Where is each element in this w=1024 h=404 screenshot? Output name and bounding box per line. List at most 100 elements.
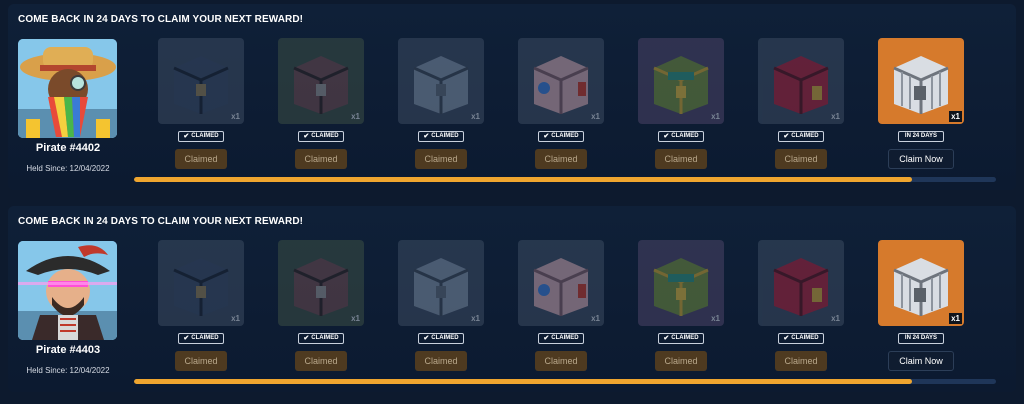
reward-item: x1 IN 24 DAYS Claim Now (878, 38, 964, 169)
chest-tile: x1 (158, 38, 244, 124)
status-badge: ✔ CLAIMED (178, 333, 224, 344)
check-icon: ✔ (783, 335, 790, 342)
claimed-button[interactable]: Claimed (655, 351, 707, 371)
quantity-label: x1 (351, 314, 360, 323)
check-icon: ✔ (543, 335, 550, 342)
pirate-name: Pirate #4403 (35, 344, 101, 356)
quantity-label: x1 (231, 314, 240, 323)
chest-tile: x1 (278, 38, 364, 124)
chest-icon (893, 56, 949, 114)
quantity-label: x1 (949, 313, 962, 324)
claimed-button[interactable]: Claimed (535, 149, 587, 169)
chest-tile: x1 (878, 240, 964, 326)
chest-tile: x1 (398, 38, 484, 124)
chest-icon (413, 258, 469, 316)
check-icon: ✔ (303, 133, 310, 140)
check-icon: ✔ (183, 335, 190, 342)
reward-item: x1 ✔ CLAIMED Claimed (638, 38, 724, 169)
panel-title: COME BACK IN 24 DAYS TO CLAIM YOUR NEXT … (18, 14, 304, 25)
chest-icon (533, 56, 589, 114)
reward-item: x1 ✔ CLAIMED Claimed (638, 240, 724, 371)
claim-now-button[interactable]: Claim Now (888, 351, 954, 371)
panel-title: COME BACK IN 24 DAYS TO CLAIM YOUR NEXT … (18, 216, 304, 227)
status-badge: ✔ CLAIMED (298, 333, 344, 344)
quantity-label: x1 (591, 112, 600, 121)
quantity-label: x1 (711, 314, 720, 323)
chest-tile: x1 (638, 240, 724, 326)
progress-fill (134, 379, 912, 384)
progress-bar (134, 177, 996, 182)
check-icon: ✔ (183, 133, 190, 140)
check-icon: ✔ (423, 133, 430, 140)
progress-bar (134, 379, 996, 384)
chest-icon (533, 258, 589, 316)
reward-item: x1 ✔ CLAIMED Claimed (758, 38, 844, 169)
chest-icon (653, 258, 709, 316)
status-badge: ✔ CLAIMED (658, 131, 704, 142)
quantity-label: x1 (351, 112, 360, 121)
chest-tile: x1 (518, 240, 604, 326)
reward-item: x1 ✔ CLAIMED Claimed (278, 38, 364, 169)
progress-fill (134, 177, 912, 182)
chest-icon (413, 56, 469, 114)
reward-item: x1 ✔ CLAIMED Claimed (518, 38, 604, 169)
claimed-button[interactable]: Claimed (295, 149, 347, 169)
status-badge: ✔ CLAIMED (538, 131, 584, 142)
quantity-label: x1 (711, 112, 720, 121)
chest-icon (773, 56, 829, 114)
claimed-button[interactable]: Claimed (415, 149, 467, 169)
pirate-avatar (18, 241, 117, 340)
status-badge: ✔ CLAIMED (418, 131, 464, 142)
reward-item: x1 ✔ CLAIMED Claimed (278, 240, 364, 371)
claimed-button[interactable]: Claimed (175, 351, 227, 371)
claimed-button[interactable]: Claimed (775, 351, 827, 371)
claim-now-button[interactable]: Claim Now (888, 149, 954, 169)
chest-icon (893, 258, 949, 316)
chest-icon (293, 56, 349, 114)
check-icon: ✔ (783, 133, 790, 140)
claimed-button[interactable]: Claimed (295, 351, 347, 371)
status-badge: ✔ CLAIMED (778, 131, 824, 142)
check-icon: ✔ (423, 335, 430, 342)
chest-tile: x1 (398, 240, 484, 326)
pirate-portrait-icon (18, 241, 117, 340)
status-badge: IN 24 DAYS (898, 333, 944, 344)
pirate-avatar (18, 39, 117, 138)
chest-icon (773, 258, 829, 316)
status-badge: ✔ CLAIMED (778, 333, 824, 344)
chest-tile: x1 (758, 240, 844, 326)
chest-tile: x1 (278, 240, 364, 326)
pirate-portrait-icon (18, 39, 117, 138)
check-icon: ✔ (663, 133, 670, 140)
quantity-label: x1 (831, 314, 840, 323)
chest-tile: x1 (158, 240, 244, 326)
quantity-label: x1 (231, 112, 240, 121)
quantity-label: x1 (471, 112, 480, 121)
quantity-label: x1 (591, 314, 600, 323)
reward-item: x1 ✔ CLAIMED Claimed (158, 38, 244, 169)
check-icon: ✔ (543, 133, 550, 140)
reward-item: x1 ✔ CLAIMED Claimed (758, 240, 844, 371)
chest-tile: x1 (638, 38, 724, 124)
reward-item: x1 IN 24 DAYS Claim Now (878, 240, 964, 371)
claimed-button[interactable]: Claimed (175, 149, 227, 169)
check-icon: ✔ (303, 335, 310, 342)
chest-tile: x1 (758, 38, 844, 124)
chest-tile: x1 (518, 38, 604, 124)
claimed-button[interactable]: Claimed (775, 149, 827, 169)
held-since: Held Since: 12/04/2022 (26, 164, 110, 173)
claimed-button[interactable]: Claimed (535, 351, 587, 371)
quantity-label: x1 (949, 111, 962, 122)
claimed-button[interactable]: Claimed (655, 149, 707, 169)
status-badge: ✔ CLAIMED (298, 131, 344, 142)
status-badge: ✔ CLAIMED (538, 333, 584, 344)
reward-item: x1 ✔ CLAIMED Claimed (398, 240, 484, 371)
status-badge: ✔ CLAIMED (658, 333, 704, 344)
chest-icon (653, 56, 709, 114)
status-badge: IN 24 DAYS (898, 131, 944, 142)
check-icon: ✔ (663, 335, 670, 342)
chest-tile: x1 (878, 38, 964, 124)
reward-item: x1 ✔ CLAIMED Claimed (518, 240, 604, 371)
claimed-button[interactable]: Claimed (415, 351, 467, 371)
quantity-label: x1 (831, 112, 840, 121)
